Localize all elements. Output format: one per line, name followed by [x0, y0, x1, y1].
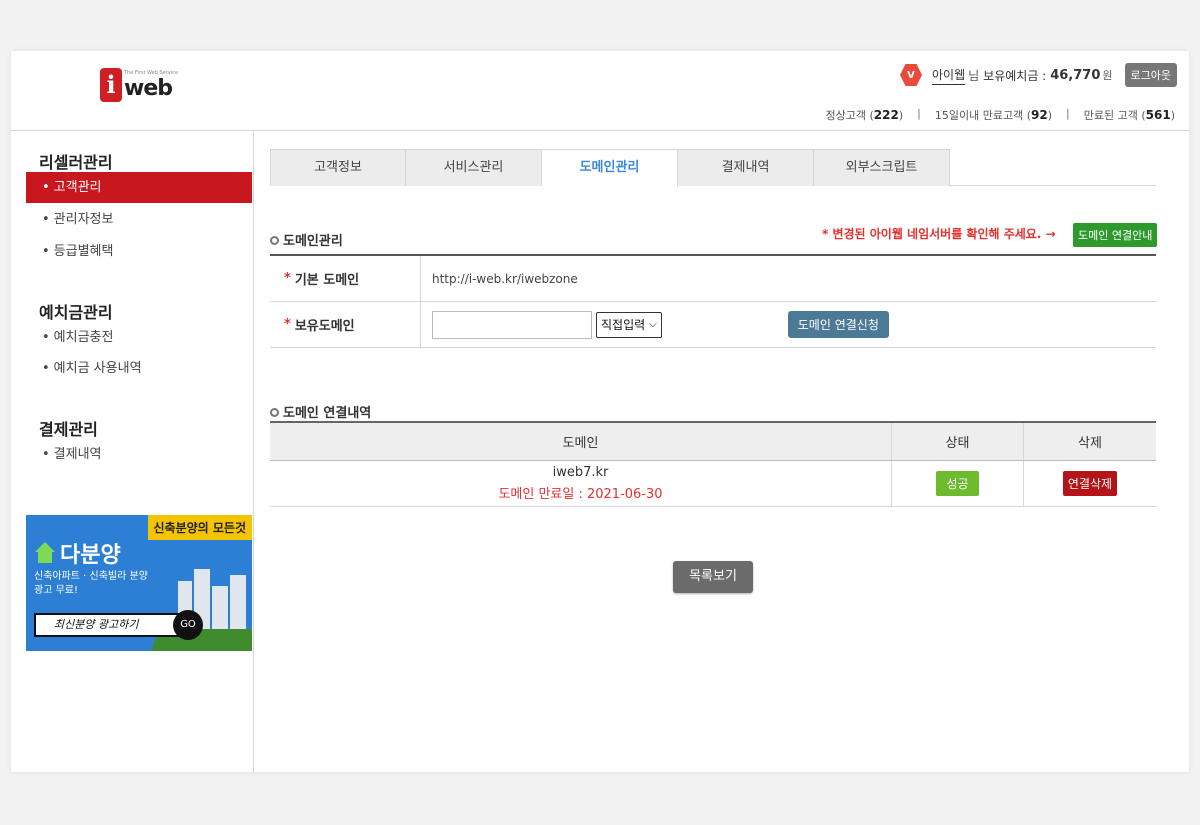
- nameserver-notice: * 변경된 아이웹 네임서버를 확인해 주세요. →: [822, 227, 1056, 241]
- chevron-down-icon: ⌵: [649, 319, 657, 330]
- divider: |: [917, 107, 921, 120]
- default-domain-value: http://i-web.kr/iwebzone: [432, 271, 578, 286]
- domain-expiry: 도메인 만료일 : 2021-06-30: [498, 487, 663, 502]
- required-mark: *: [284, 317, 291, 332]
- section-title-text: 도메인 연결내역: [283, 406, 372, 421]
- sidebar: 리셀러관리 고객관리 관리자정보 등급별혜택 예치금관리 예치금충전 예치금 사…: [11, 131, 254, 772]
- delete-connection-button[interactable]: 연결삭제: [1062, 471, 1118, 496]
- ad-banner[interactable]: 다분양 신축아파트 · 신축빌라 분양광고 무료! 신축분양의 모든것 최신분양…: [26, 515, 252, 651]
- stat-count: 222: [873, 108, 899, 122]
- stat-label: 15일이내 만료고객: [934, 109, 1024, 122]
- user-suffix: 님: [968, 68, 980, 83]
- stat-label: 정상고객: [825, 109, 866, 122]
- form-label: * 기본 도메인: [270, 256, 421, 301]
- column-header-status: 상태: [892, 423, 1024, 460]
- divider: |: [1066, 107, 1070, 120]
- sidebar-group-title: 리셀러관리: [39, 153, 113, 172]
- tab-domain-management[interactable]: 도메인관리: [542, 149, 678, 187]
- stat-label: 만료된 고객: [1083, 109, 1138, 122]
- sidebar-item-deposit-charge[interactable]: 예치금충전: [26, 322, 252, 353]
- form-label: * 보유도메인: [270, 302, 421, 347]
- circle-bullet-icon: [270, 408, 279, 417]
- sidebar-group-title: 결제관리: [39, 420, 98, 439]
- column-header-domain: 도메인: [270, 423, 892, 460]
- balance-label: 보유예치금 :: [983, 68, 1047, 83]
- domain-connect-request-button[interactable]: 도메인 연결신청: [787, 311, 889, 338]
- banner-title-text: 다분양: [60, 543, 121, 568]
- house-icon: [34, 542, 56, 564]
- page-frame: i The First Web Service web V 아이웹 님 보유예치…: [11, 51, 1189, 772]
- sidebar-item-deposit-history[interactable]: 예치금 사용내역: [26, 353, 252, 384]
- form-label-text: 보유도메인: [294, 319, 355, 334]
- domain-guide-button[interactable]: 도메인 연결안내: [1073, 223, 1158, 247]
- status-badge: 성공: [936, 471, 979, 496]
- stat-count: 561: [1145, 108, 1171, 122]
- sidebar-item-customers[interactable]: 고객관리: [26, 172, 252, 203]
- tab-customer-info[interactable]: 고객정보: [270, 149, 406, 186]
- list-view-button[interactable]: 목록보기: [673, 561, 753, 593]
- header: i The First Web Service web V 아이웹 님 보유예치…: [11, 51, 1189, 131]
- customer-stats: 정상고객 (222) | 15일이내 만료고객 (92) | 만료된 고객 (5…: [826, 107, 1175, 123]
- banner-title: 다분양: [34, 537, 121, 569]
- owned-domain-controls: 직접입력 ⌵ 도메인 연결신청: [421, 310, 889, 339]
- circle-bullet-icon: [270, 236, 279, 245]
- tab-bar: 고객정보 서비스관리 도메인관리 결제내역 외부스크립트: [270, 149, 1156, 187]
- table-header: 도메인 상태 삭제: [270, 423, 1156, 461]
- banner-cta-button[interactable]: 최신분양 광고하기: [34, 613, 188, 637]
- stat-expired[interactable]: 만료된 고객 (561): [1084, 107, 1175, 123]
- tab-payment-history[interactable]: 결제내역: [678, 149, 814, 186]
- select-value: 직접입력: [601, 318, 646, 332]
- status-cell: 성공: [892, 461, 1024, 506]
- sidebar-item-admin-info[interactable]: 관리자정보: [26, 204, 252, 235]
- balance-unit: 원: [1102, 69, 1113, 82]
- delete-cell: 연결삭제: [1024, 461, 1156, 506]
- logo-text: web: [124, 76, 173, 101]
- required-mark: *: [284, 271, 291, 286]
- balance-value: 46,770: [1050, 67, 1101, 83]
- stat-normal[interactable]: 정상고객 (222): [826, 107, 904, 123]
- form-row: * 기본 도메인 http://i-web.kr/iwebzone: [270, 256, 1156, 302]
- sidebar-item-grade-benefits[interactable]: 등급별혜택: [26, 236, 252, 267]
- sidebar-item-payment-history[interactable]: 결제내역: [26, 439, 252, 470]
- section-title-history: 도메인 연결내역: [270, 402, 371, 421]
- user-bar: V 아이웹 님 보유예치금 : 46,770 원 로그아웃: [899, 63, 1177, 87]
- form-row: * 보유도메인 직접입력 ⌵ 도메인 연결신청: [270, 302, 1156, 348]
- logout-button[interactable]: 로그아웃: [1124, 63, 1177, 87]
- form-label-text: 기본 도메인: [294, 273, 360, 288]
- logo[interactable]: i The First Web Service web: [100, 68, 178, 102]
- banner-tag: 신축분양의 모든것: [147, 515, 252, 540]
- table-row: iweb7.kr 도메인 만료일 : 2021-06-30 성공 연결삭제: [270, 461, 1156, 507]
- banner-go-button[interactable]: GO: [173, 610, 203, 640]
- tab-external-script[interactable]: 외부스크립트: [814, 149, 950, 186]
- domain-type-select[interactable]: 직접입력 ⌵: [596, 311, 662, 338]
- section-title-text: 도메인관리: [283, 234, 343, 249]
- domain-name: iweb7.kr: [552, 465, 609, 480]
- logo-mark: i: [100, 68, 122, 102]
- domain-form: * 기본 도메인 http://i-web.kr/iwebzone * 보유도메인 …: [270, 254, 1156, 348]
- sidebar-group-title: 예치금관리: [39, 303, 113, 322]
- column-header-delete: 삭제: [1078, 436, 1102, 451]
- user-name[interactable]: 아이웹: [931, 66, 966, 85]
- banner-subtitle: 신축아파트 · 신축빌라 분양광고 무료!: [34, 571, 148, 596]
- domain-history-table: 도메인 상태 삭제 iweb7.kr 도메인 만료일 : 2021-06-30 …: [270, 421, 1156, 507]
- buildings-illustration: [152, 561, 252, 651]
- tab-service-management[interactable]: 서비스관리: [406, 149, 542, 186]
- stat-expiring[interactable]: 15일이내 만료고객 (92): [935, 107, 1052, 123]
- stat-count: 92: [1031, 108, 1048, 122]
- level-badge-icon: V: [899, 64, 922, 86]
- section-title-domain: 도메인관리: [270, 230, 343, 249]
- domain-input[interactable]: [432, 310, 592, 339]
- domain-cell: iweb7.kr 도메인 만료일 : 2021-06-30: [270, 461, 892, 506]
